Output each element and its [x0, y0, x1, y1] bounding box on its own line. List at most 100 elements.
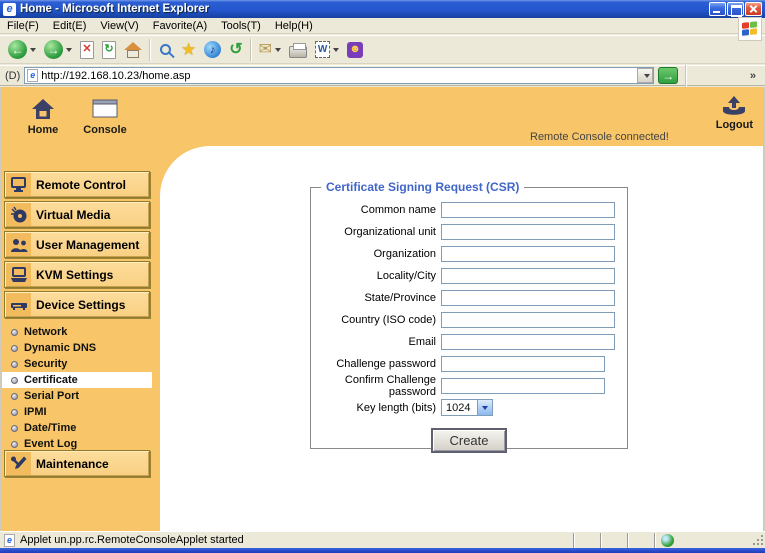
menu-help[interactable]: Help(H)	[268, 19, 320, 33]
status-page-icon: e	[4, 533, 15, 547]
virtual-media-icon	[6, 203, 31, 226]
csr-legend: Certificate Signing Request (CSR)	[321, 180, 525, 194]
confirm-challenge-password-field[interactable]	[441, 377, 605, 394]
field-label: Key length (bits)	[356, 401, 436, 414]
bullet-icon	[11, 440, 18, 448]
back-button[interactable]: ←	[4, 37, 40, 63]
menu-tools[interactable]: Tools(T)	[214, 19, 268, 33]
media-button[interactable]: ♪	[200, 37, 225, 63]
create-button[interactable]: Create	[431, 428, 507, 453]
sidebar-item-user-management[interactable]: User Management	[4, 231, 150, 258]
favorites-button[interactable]: ★	[177, 37, 200, 63]
close-button[interactable]	[745, 2, 762, 16]
csr-fieldset: Certificate Signing Request (CSR) Common…	[310, 180, 628, 453]
home-icon	[124, 41, 142, 58]
sidebar-item-network[interactable]: Network	[2, 324, 152, 340]
sidebar-item-certificate[interactable]: Certificate	[2, 372, 152, 388]
address-dropdown-button[interactable]	[637, 68, 654, 83]
go-button[interactable]: →	[658, 67, 679, 84]
form-row: Locality/City	[311, 267, 627, 284]
minimize-button[interactable]	[709, 2, 726, 16]
search-button[interactable]	[154, 37, 177, 63]
refresh-icon: ↻	[102, 40, 116, 59]
stop-button[interactable]: ✕	[76, 37, 98, 63]
organization-field[interactable]	[441, 245, 615, 262]
form-row: Key length (bits) 1024	[311, 399, 627, 416]
sidebar-item-ipmi[interactable]: IPMI	[2, 404, 152, 420]
console-window-icon	[92, 99, 118, 118]
select-arrow-button[interactable]	[477, 400, 492, 415]
organizational-unit-field[interactable]	[441, 223, 615, 240]
field-label: Confirm Challenge password	[344, 373, 436, 398]
home-button[interactable]	[120, 37, 146, 63]
mail-button[interactable]: ✉	[255, 37, 285, 63]
sidebar-item-label: Remote Control	[36, 177, 126, 192]
key-length-select[interactable]: 1024	[441, 399, 493, 416]
address-input[interactable]	[38, 69, 638, 82]
bullet-icon	[11, 392, 18, 400]
refresh-button[interactable]: ↻	[98, 37, 120, 63]
links-chevron[interactable]: »	[750, 70, 760, 82]
sidebar-item-dynamic-dns[interactable]: Dynamic DNS	[2, 340, 152, 356]
banner-home-label: Home	[27, 124, 59, 136]
print-button[interactable]	[285, 37, 311, 63]
back-icon: ←	[8, 40, 27, 59]
common-name-field[interactable]	[441, 201, 615, 218]
menu-favorite[interactable]: Favorite(A)	[146, 19, 214, 33]
sidebar-item-remote-control[interactable]: Remote Control	[4, 171, 150, 198]
menu-view[interactable]: View(V)	[93, 19, 145, 33]
banner-home[interactable]: Home	[16, 97, 70, 136]
banner-console[interactable]: Console	[78, 97, 132, 136]
state-province-field[interactable]	[441, 289, 615, 306]
form-row: Confirm Challenge password	[311, 374, 627, 398]
country-iso-code-field[interactable]	[441, 311, 615, 328]
windows-logo-icon	[738, 17, 762, 41]
sidebar-item-virtual-media[interactable]: Virtual Media	[4, 201, 150, 228]
field-label: Challenge password	[336, 357, 436, 370]
subitem-label: Date/Time	[24, 422, 77, 434]
sidebar-item-label: KVM Settings	[36, 267, 114, 282]
form-row: Country (ISO code)	[311, 311, 627, 328]
chevron-down-icon	[643, 73, 650, 78]
menu-edit[interactable]: Edit(E)	[46, 19, 94, 33]
sidebar-item-maintenance[interactable]: Maintenance	[4, 450, 150, 477]
sidebar-item-serial-port[interactable]: Serial Port	[2, 388, 152, 404]
field-label: Organizational unit	[344, 225, 436, 238]
menu-file[interactable]: File(F)	[0, 19, 46, 33]
subitem-label: IPMI	[24, 406, 47, 418]
logout-button[interactable]: Logout	[716, 95, 753, 131]
field-label: State/Province	[364, 291, 436, 304]
sidebar-item-device-settings[interactable]: Device Settings	[4, 291, 150, 318]
edit-with-word-button[interactable]: W	[311, 37, 343, 63]
address-bar: (D) e → »	[0, 64, 765, 87]
bullet-icon	[11, 408, 18, 416]
favorites-icon: ★	[181, 40, 197, 59]
status-bar: e Applet un.pp.rc.RemoteConsoleApplet st…	[0, 531, 765, 548]
subitem-label: Network	[24, 326, 68, 338]
chevron-down-icon	[482, 405, 488, 410]
sidebar-item-kvm-settings[interactable]: KVM Settings	[4, 261, 150, 288]
internet-zone-icon	[661, 533, 674, 547]
messenger-button[interactable]: ☻	[343, 37, 367, 63]
browser-window: e Home - Microsoft Internet Explorer Fil…	[0, 0, 765, 553]
sidebar-item-date-time[interactable]: Date/Time	[2, 420, 152, 436]
user-management-icon	[6, 233, 31, 256]
addressbar-separator	[685, 64, 688, 87]
maximize-button[interactable]	[727, 2, 744, 17]
email-field[interactable]	[441, 333, 615, 350]
status-zone-panel	[654, 532, 744, 548]
form-row: Organization	[311, 245, 627, 262]
subitem-label: Security	[24, 358, 68, 370]
forward-icon: →	[44, 40, 63, 59]
subitem-label: Certificate	[24, 374, 78, 386]
history-button[interactable]: ↺	[225, 37, 246, 63]
locality-city-field[interactable]	[441, 267, 615, 284]
resize-grip[interactable]	[751, 533, 765, 547]
challenge-password-field[interactable]	[441, 355, 605, 372]
forward-dropdown-icon	[66, 47, 72, 52]
page-icon: e	[27, 69, 39, 82]
sidebar-item-security[interactable]: Security	[2, 356, 152, 372]
forward-button[interactable]: →	[40, 37, 76, 63]
window-bottom-border	[0, 548, 765, 553]
subitem-label: Dynamic DNS	[24, 342, 97, 354]
